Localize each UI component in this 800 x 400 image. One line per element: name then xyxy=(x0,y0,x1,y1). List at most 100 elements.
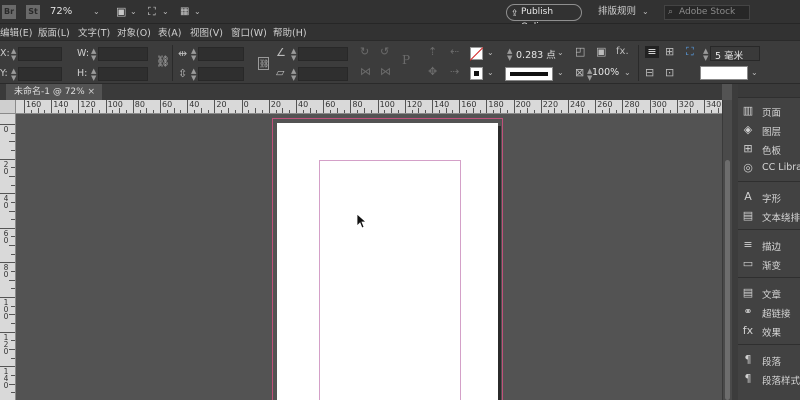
link-scale-icon[interactable]: ⛓ xyxy=(258,57,269,70)
arrange-documents-icon[interactable]: ▦ xyxy=(180,0,189,24)
stroke-weight-stepper[interactable]: ▲ ▼ xyxy=(507,48,512,62)
text-wrap-shape-icon[interactable]: ⊞ xyxy=(665,46,674,58)
rotate-ccw-icon[interactable]: ↺ xyxy=(380,46,389,58)
shear-stepper[interactable]: ▲ ▼ xyxy=(291,68,296,82)
stroke-type-chevron-down-icon[interactable]: ⌄ xyxy=(557,68,564,77)
frame-style-select[interactable] xyxy=(700,66,748,80)
adobe-stock-search[interactable]: ⌕ Adobe Stock xyxy=(664,5,750,20)
select-previous-icon[interactable]: ⇠ xyxy=(450,46,459,58)
select-next-icon[interactable]: ⇢ xyxy=(450,66,459,78)
flip-horizontal-icon[interactable]: ⋈ xyxy=(360,66,371,78)
panel-item-gradient[interactable]: ▭ 渐变 xyxy=(738,255,800,273)
workspace-switcher[interactable]: 排版规则 xyxy=(598,0,636,24)
y-stepper[interactable]: ▲ ▼ xyxy=(11,68,16,82)
panel-group-divider xyxy=(738,344,800,345)
cc-libraries-icon: ◎ xyxy=(743,161,753,174)
x-stepper[interactable]: ▲ ▼ xyxy=(11,48,16,62)
panel-dock-header[interactable] xyxy=(738,84,800,98)
scrollbar-thumb[interactable] xyxy=(725,160,730,400)
corner-options-icon[interactable]: ◰ xyxy=(575,46,585,58)
view-options-icon[interactable]: ▣ xyxy=(116,0,126,24)
h-stepper[interactable]: ▲ ▼ xyxy=(91,68,96,82)
menu-window[interactable]: 窗口(W) xyxy=(231,25,267,39)
rotate-field[interactable] xyxy=(298,47,348,61)
ruler-label: 300 xyxy=(651,100,667,109)
zoom-level[interactable]: 72% xyxy=(50,0,72,24)
shear-field[interactable] xyxy=(298,67,348,81)
fit-content-icon[interactable]: ⊟ xyxy=(645,67,654,79)
ruler-major-tick xyxy=(540,100,542,113)
menu-type[interactable]: 文字(T) xyxy=(78,25,110,39)
auto-fit-icon[interactable]: ⛶ xyxy=(686,46,694,58)
w-field[interactable] xyxy=(98,47,148,61)
workspace-chevron-down-icon[interactable]: ⌄ xyxy=(642,0,649,24)
effects-fx-icon[interactable]: fx. xyxy=(616,46,629,58)
panel-item-text-wrap[interactable]: ▤ 文本绕排 xyxy=(738,207,800,225)
panel-item-stroke[interactable]: ≡ 描边 xyxy=(738,236,800,254)
fill-chevron-down-icon[interactable]: ⌄ xyxy=(487,48,494,57)
vertical-ruler[interactable]: 0 2 0 4 0 6 0 8 0 1 0 0 1 2 0 1 4 0 xyxy=(0,114,16,400)
ruler-origin[interactable] xyxy=(0,100,16,114)
constrain-proportions-icon[interactable]: ⛓ xyxy=(156,56,170,68)
screen-mode-chevron-down-icon[interactable]: ⌄ xyxy=(162,0,169,24)
menu-edit[interactable]: 编辑(E) xyxy=(0,25,32,39)
h-field[interactable] xyxy=(98,67,148,81)
panel-item-layers[interactable]: ◈ 图层 xyxy=(738,121,800,139)
panel-item-paragraph-styles[interactable]: ¶ 段落样式 xyxy=(738,370,800,388)
scale-y-stepper[interactable]: ▲ ▼ xyxy=(191,68,196,82)
align-text-icon[interactable]: ≡ xyxy=(645,46,659,58)
drop-shadow-icon[interactable]: ▣ xyxy=(596,46,606,58)
select-container-icon[interactable]: ⇡ xyxy=(428,46,437,58)
panel-item-cc-libraries[interactable]: ◎ CC Libraries xyxy=(738,159,800,177)
menu-layout[interactable]: 版面(L) xyxy=(38,25,70,39)
horizontal-ruler[interactable]: 160 140 120 100 80 60 40 20 0 20 40 60 80 100 120 140 16… xyxy=(16,100,722,114)
select-content-icon[interactable]: ✥ xyxy=(428,66,437,78)
panel-item-pages[interactable]: ▥ 页面 xyxy=(738,102,800,120)
zoom-chevron-down-icon[interactable]: ⌄ xyxy=(93,0,100,24)
fill-swatch[interactable] xyxy=(469,47,484,61)
stroke-type-select[interactable] xyxy=(505,67,553,81)
scale-x-field[interactable] xyxy=(198,47,244,61)
fit-frame-icon[interactable]: ⊡ xyxy=(665,67,674,79)
menu-view[interactable]: 视图(V) xyxy=(190,25,223,39)
close-icon[interactable]: × xyxy=(87,84,95,100)
menu-table[interactable]: 表(A) xyxy=(158,25,181,39)
document-tab[interactable]: 未命名-1 @ 72% × xyxy=(6,84,102,100)
panel-item-effects[interactable]: fx 效果 xyxy=(738,322,800,340)
stock-badge[interactable]: St xyxy=(26,5,40,19)
view-chevron-down-icon[interactable]: ⌄ xyxy=(130,0,137,24)
publish-online-button[interactable]: ⇪ Publish Online xyxy=(506,4,582,32)
opacity-value[interactable]: 100% xyxy=(592,67,619,78)
menu-object[interactable]: 对象(O) xyxy=(117,25,151,39)
arrange-chevron-down-icon[interactable]: ⌄ xyxy=(194,0,201,24)
rotate-cw-icon[interactable]: ↻ xyxy=(360,46,369,58)
gap-stepper[interactable]: ▲ ▼ xyxy=(703,48,708,62)
screen-mode-icon[interactable]: ⛶ xyxy=(148,0,156,24)
x-label: X: xyxy=(0,48,10,59)
panel-item-label: 段落 xyxy=(762,357,782,368)
stroke-weight-value[interactable]: 0.283 点 xyxy=(516,47,556,61)
x-field[interactable] xyxy=(18,47,62,61)
flip-vertical-icon[interactable]: ⋈ xyxy=(380,66,391,78)
gap-field[interactable]: 5 毫米 xyxy=(710,46,760,62)
w-stepper[interactable]: ▲ ▼ xyxy=(91,48,96,62)
panel-item-label: 文本绕排 xyxy=(762,213,800,224)
frame-style-chevron-down-icon[interactable]: ⌄ xyxy=(751,68,758,77)
y-field[interactable] xyxy=(18,67,62,81)
scale-y-field[interactable] xyxy=(198,67,244,81)
rotate-stepper[interactable]: ▲ ▼ xyxy=(291,48,296,62)
menu-help[interactable]: 帮助(H) xyxy=(273,25,307,39)
opacity-chevron-down-icon[interactable]: ⌄ xyxy=(624,68,631,77)
bridge-badge[interactable]: Br xyxy=(2,5,16,19)
stroke-chevron-down-icon[interactable]: ⌄ xyxy=(487,68,494,77)
stroke-swatch[interactable] xyxy=(470,67,483,80)
stroke-weight-chevron-down-icon[interactable]: ⌄ xyxy=(557,48,564,57)
panel-item-paragraph[interactable]: ¶ 段落 xyxy=(738,351,800,369)
ruler-major-tick xyxy=(404,100,406,113)
scale-x-stepper[interactable]: ▲ ▼ xyxy=(191,48,196,62)
panel-item-hyperlinks[interactable]: ⚭ 超链接 xyxy=(738,303,800,321)
vertical-scrollbar[interactable] xyxy=(722,100,732,400)
panel-item-story[interactable]: ▤ 文章 xyxy=(738,284,800,302)
panel-item-character[interactable]: A 字形 xyxy=(738,188,800,206)
panel-item-swatches[interactable]: ⊞ 色板 xyxy=(738,140,800,158)
